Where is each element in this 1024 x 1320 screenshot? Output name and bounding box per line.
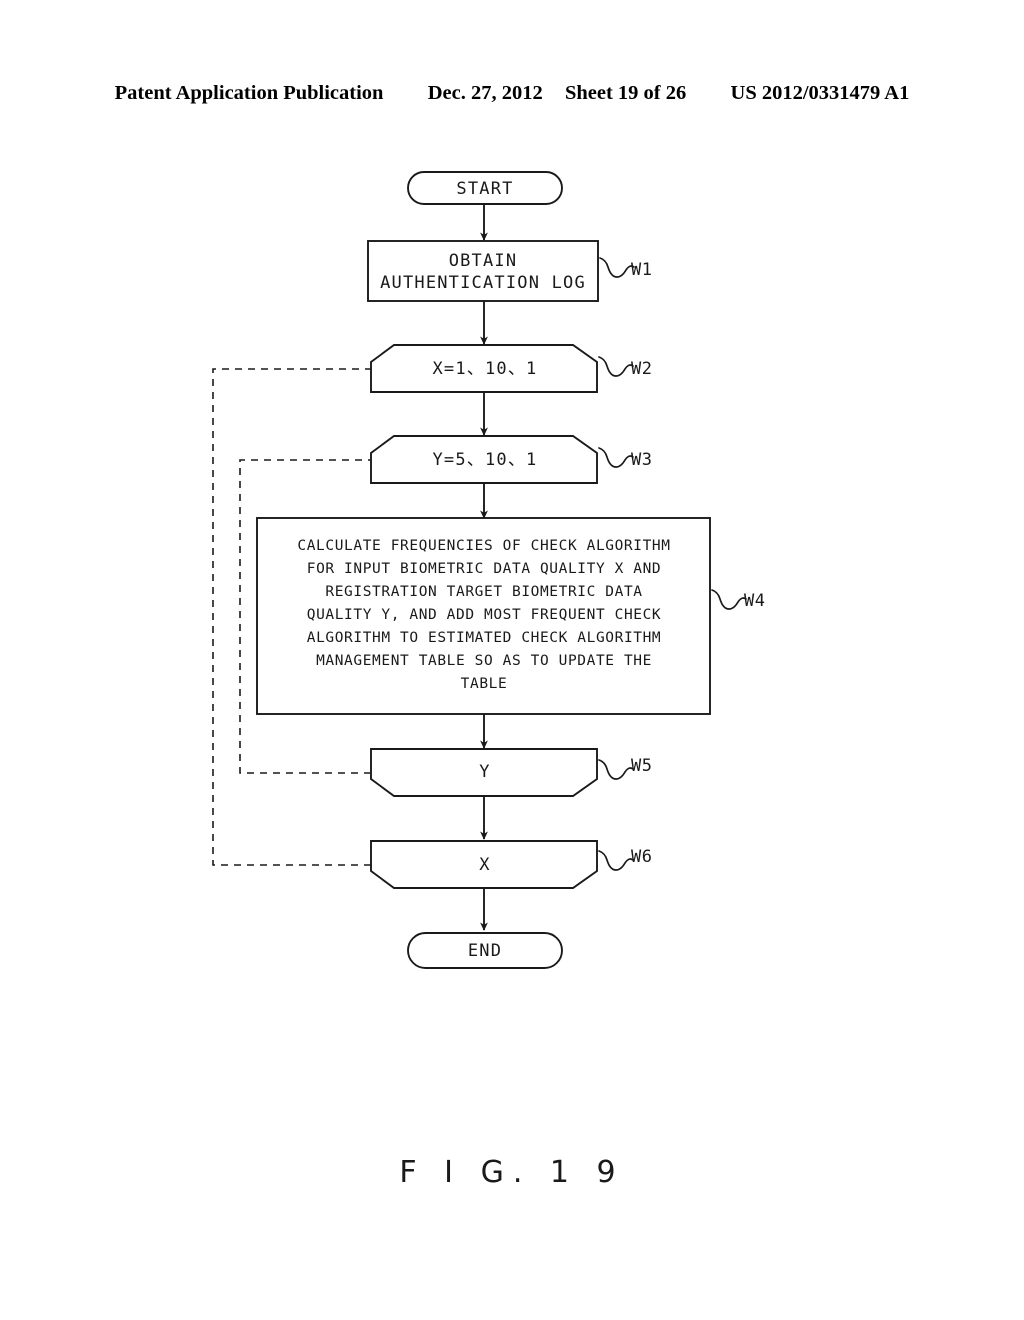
node-start-label: START	[456, 179, 513, 199]
node-w6-label: X	[479, 855, 490, 875]
node-w1-ref: W1	[631, 260, 652, 280]
node-w2-label: X=1、10、1	[432, 359, 537, 379]
node-w1-label-line-2: AUTHENTICATION LOG	[380, 273, 586, 293]
patent-figure-page: Patent Application Publication Dec. 27, …	[0, 0, 1024, 1320]
w3-leader-squiggle	[598, 447, 634, 468]
w1-leader-squiggle	[599, 257, 635, 278]
node-w6-ref: W6	[631, 847, 652, 867]
node-w4-label-line-3: REGISTRATION TARGET BIOMETRIC DATA	[325, 584, 642, 600]
node-w3-label: Y=5、10、1	[432, 450, 537, 470]
w2-leader-squiggle	[598, 356, 634, 377]
node-w4-ref: W4	[744, 591, 765, 611]
node-w5-ref: W5	[631, 756, 652, 776]
figure-caption: F I G. 1 9	[399, 1155, 625, 1190]
node-w2-ref: W2	[631, 359, 652, 379]
node-w4-label-line-7: TABLE	[461, 676, 508, 692]
node-w4-label-line-5: ALGORITHM TO ESTIMATED CHECK ALGORITHM	[307, 630, 662, 646]
node-w1-label-line-1: OBTAIN	[449, 251, 518, 271]
node-end-label: END	[468, 941, 502, 961]
w5-leader-squiggle	[598, 759, 634, 780]
node-w4-label-line-2: FOR INPUT BIOMETRIC DATA QUALITY X AND	[307, 561, 662, 577]
node-w3-ref: W3	[631, 450, 652, 470]
w4-leader-squiggle	[711, 589, 747, 610]
w6-leader-squiggle	[598, 850, 634, 871]
node-w4-label-line-4: QUALITY Y, AND ADD MOST FREQUENT CHECK	[307, 607, 662, 623]
node-w4-label-line-1: CALCULATE FREQUENCIES OF CHECK ALGORITHM	[297, 538, 670, 554]
node-w5-label: Y	[479, 762, 490, 782]
flowchart-diagram: START OBTAIN AUTHENTICATION LOG W1 X=1、1…	[212, 171, 765, 969]
node-w4-label-line-6: MANAGEMENT TABLE SO AS TO UPDATE THE	[316, 653, 652, 669]
